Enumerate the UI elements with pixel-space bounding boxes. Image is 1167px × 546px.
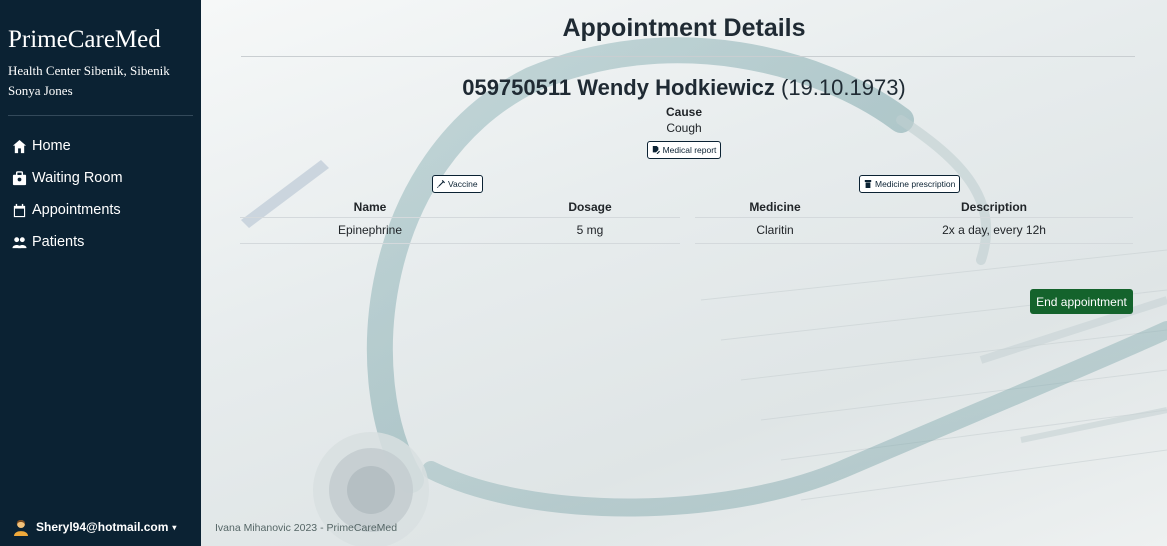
table-header-row: Medicine Description — [695, 197, 1133, 218]
brand-title[interactable]: PrimeCareMed — [8, 26, 193, 54]
sidebar-nav: Home Waiting Room Appointments Patients — [8, 130, 193, 258]
users-icon — [12, 236, 27, 248]
calendar-icon — [13, 203, 26, 217]
sidebar-item-label: Home — [32, 138, 71, 154]
file-edit-icon — [652, 146, 660, 154]
sidebar-divider — [8, 115, 193, 116]
table-row: Claritin 2x a day, every 12h — [695, 216, 1133, 244]
waiting-room-icon — [12, 170, 27, 185]
column-header-dosage: Dosage — [500, 197, 680, 218]
vaccine-dosage-cell: 5 mg — [500, 216, 680, 244]
footer-text: Ivana Mihanovic 2023 - PrimeCareMed — [215, 522, 398, 534]
medicine-prescription-label: Medicine prescription — [875, 179, 956, 189]
medicine-prescription-button[interactable]: Medicine prescription — [859, 175, 961, 193]
patient-heading: 059750511 Wendy Hodkiewicz (19.10.1973) — [201, 75, 1167, 101]
sidebar-item-home[interactable]: Home — [8, 130, 193, 162]
user-email: Sheryl94@hotmail.com — [36, 520, 169, 534]
sidebar-item-label: Waiting Room — [32, 170, 123, 186]
sidebar-item-label: Appointments — [32, 202, 121, 218]
vaccine-button[interactable]: Vaccine — [432, 175, 483, 193]
end-appointment-button[interactable]: End appointment — [1030, 289, 1133, 314]
medical-report-label: Medical report — [662, 145, 717, 155]
doctor-name: Sonya Jones — [8, 83, 73, 98]
page-title: Appointment Details — [562, 14, 806, 42]
medical-report-row: Medical report — [201, 141, 1167, 159]
title-divider — [241, 56, 1135, 57]
prescription-table: Medicine Description Claritin 2x a day, … — [695, 197, 1133, 244]
pill-bottle-icon — [864, 180, 872, 188]
health-center-name: Health Center Sibenik, Sibenik — [8, 63, 170, 78]
sidebar-item-waiting-room[interactable]: Waiting Room — [8, 162, 193, 194]
sidebar-item-appointments[interactable]: Appointments — [8, 194, 193, 226]
sidebar-item-label: Patients — [32, 234, 85, 250]
medicine-cell: Claritin — [695, 216, 855, 244]
patient-id-name: 059750511 Wendy Hodkiewicz — [462, 75, 775, 100]
sidebar: PrimeCareMed Health Center Sibenik, Sibe… — [0, 0, 201, 546]
table-header-row: Name Dosage — [240, 197, 680, 218]
column-header-name: Name — [240, 197, 500, 218]
table-row: Epinephrine 5 mg — [240, 216, 680, 244]
chevron-down-icon: ▾ — [172, 522, 177, 532]
cause-label: Cause — [665, 105, 703, 119]
main-area: Appointment Details 059750511 Wendy Hodk… — [201, 0, 1167, 546]
description-cell: 2x a day, every 12h — [855, 216, 1133, 244]
column-header-description: Description — [855, 197, 1133, 218]
vaccine-table: Name Dosage Epinephrine 5 mg — [240, 197, 680, 244]
medical-report-button[interactable]: Medical report — [646, 141, 722, 159]
home-icon — [12, 139, 27, 153]
cause-value: Cough — [666, 121, 702, 135]
vaccine-name-cell: Epinephrine — [240, 216, 500, 244]
sidebar-item-patients[interactable]: Patients — [8, 226, 193, 258]
syringe-icon — [437, 180, 445, 188]
user-menu[interactable]: Sheryl94@hotmail.com ▾ — [12, 518, 176, 536]
user-avatar-icon — [14, 520, 28, 536]
content: Appointment Details 059750511 Wendy Hodk… — [201, 0, 1167, 159]
vaccine-button-label: Vaccine — [448, 179, 478, 189]
patient-dob: (19.10.1973) — [781, 75, 906, 100]
column-header-medicine: Medicine — [695, 197, 855, 218]
